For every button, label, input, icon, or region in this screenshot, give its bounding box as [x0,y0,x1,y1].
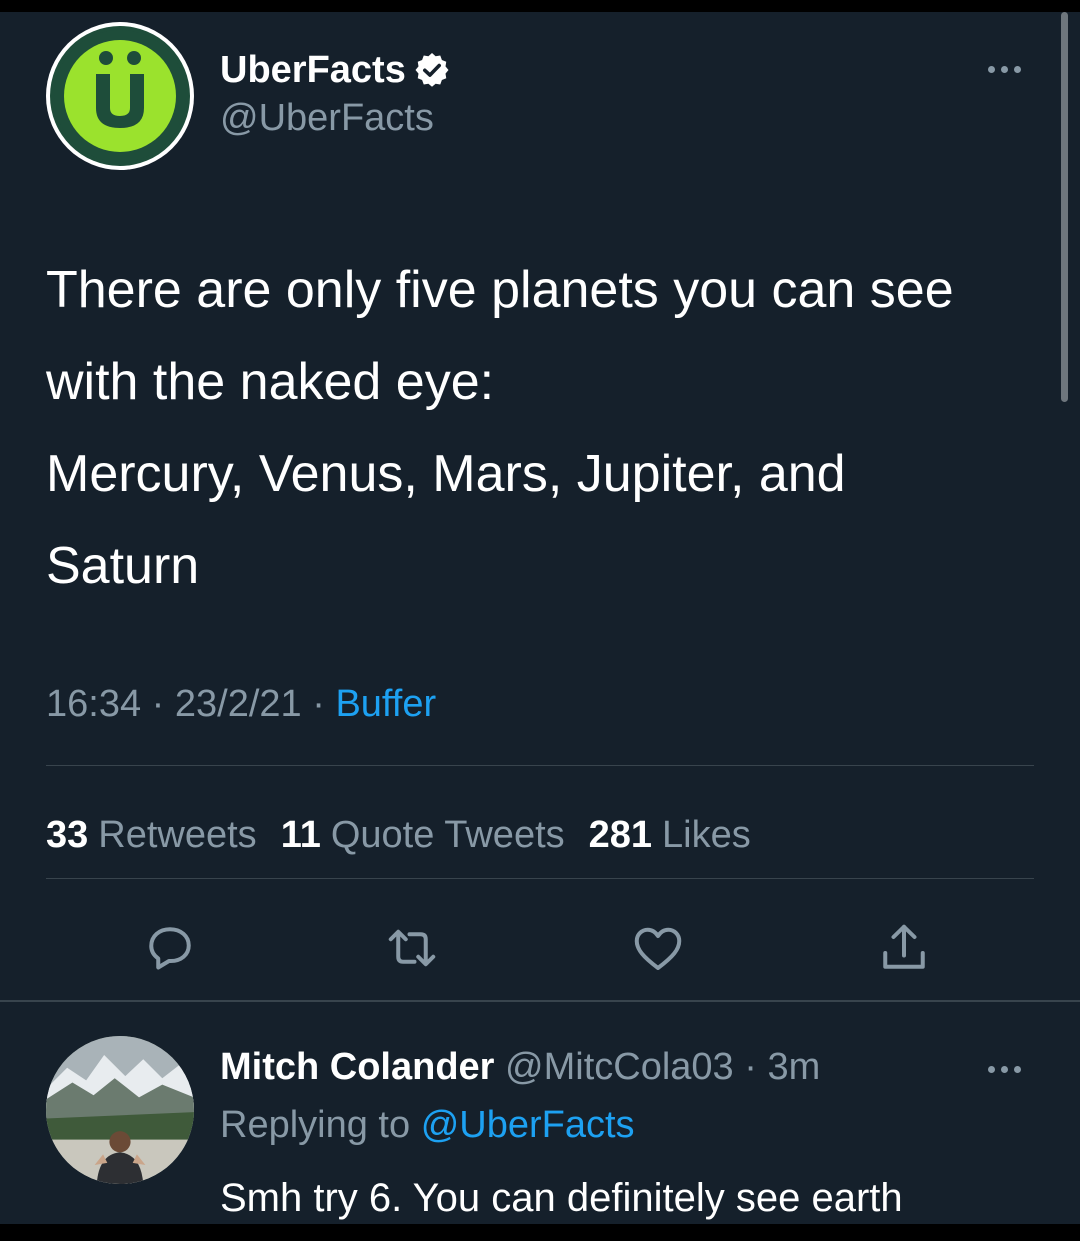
reply-time[interactable]: 3m [767,1046,820,1088]
quote-tweets-count: 11 [280,814,321,856]
meta-separator: · [151,683,165,725]
share-icon[interactable] [874,918,934,978]
verified-badge-icon [415,53,449,87]
like-heart-icon[interactable] [628,918,688,978]
tweet-text: There are only five planets you can see … [46,244,1006,612]
reply-separator: · [744,1046,757,1088]
scrollbar[interactable] [1061,12,1068,402]
tweet-text-line-1: There are only five planets you can see … [46,261,954,411]
tweet-time[interactable]: 16:34 [46,683,141,725]
author-display-name[interactable]: UberFacts [220,48,450,92]
replying-to-label: Replying to [220,1104,411,1146]
section-divider [0,1000,1080,1002]
tweet-text-line-2: Mercury, Venus, Mars, Jupiter, and Satur… [46,445,846,595]
reply-author-name[interactable]: Mitch Colander [220,1046,494,1088]
author-name-block[interactable]: UberFacts @UberFacts [220,48,450,144]
uberfacts-logo-icon [50,26,190,166]
retweet-icon[interactable] [382,918,442,978]
likes-label: Likes [662,814,751,856]
divider [46,878,1034,879]
tweet-action-bar [0,918,1080,988]
tweet-date[interactable]: 23/2/21 [175,683,302,725]
tweet-source-link[interactable]: Buffer [335,683,436,725]
replying-to-mention[interactable]: @UberFacts [421,1104,635,1146]
quote-tweets-stat[interactable]: 11 Quote Tweets [281,810,565,860]
reply-header: Mitch Colander @MitcCola03 · 3m [220,1042,820,1092]
likes-count: 281 [588,814,653,856]
profile-photo-icon [46,1036,194,1184]
meta-separator: · [312,683,325,725]
tweet-detail-screen: UberFacts @UberFacts There are only five… [0,12,1080,1224]
reply-text: Smh try 6. You can definitely see earth [220,1176,903,1220]
tweet-stats: 33 Retweets 11 Quote Tweets 281 Likes [46,810,751,860]
quote-tweets-label: Quote Tweets [330,814,565,856]
retweets-label: Retweets [98,814,257,856]
reply-author-handle[interactable]: @MitcCola03 [505,1046,734,1088]
reply-author-avatar[interactable] [46,1036,194,1184]
uberfacts-avatar[interactable] [46,22,194,170]
retweets-stat[interactable]: 33 Retweets [46,810,257,860]
likes-stat[interactable]: 281 Likes [589,810,751,860]
author-name-text: UberFacts [220,49,406,91]
reply-more-options-icon[interactable] [988,1062,1028,1076]
replying-to-line: Replying to @UberFacts [220,1100,635,1150]
more-options-icon[interactable] [988,62,1028,76]
author-handle[interactable]: @UberFacts [220,92,450,144]
reply-icon[interactable] [140,918,200,978]
divider [46,765,1034,766]
retweets-count: 33 [46,814,89,856]
tweet-meta: 16:34 · 23/2/21 · Buffer [46,680,436,728]
